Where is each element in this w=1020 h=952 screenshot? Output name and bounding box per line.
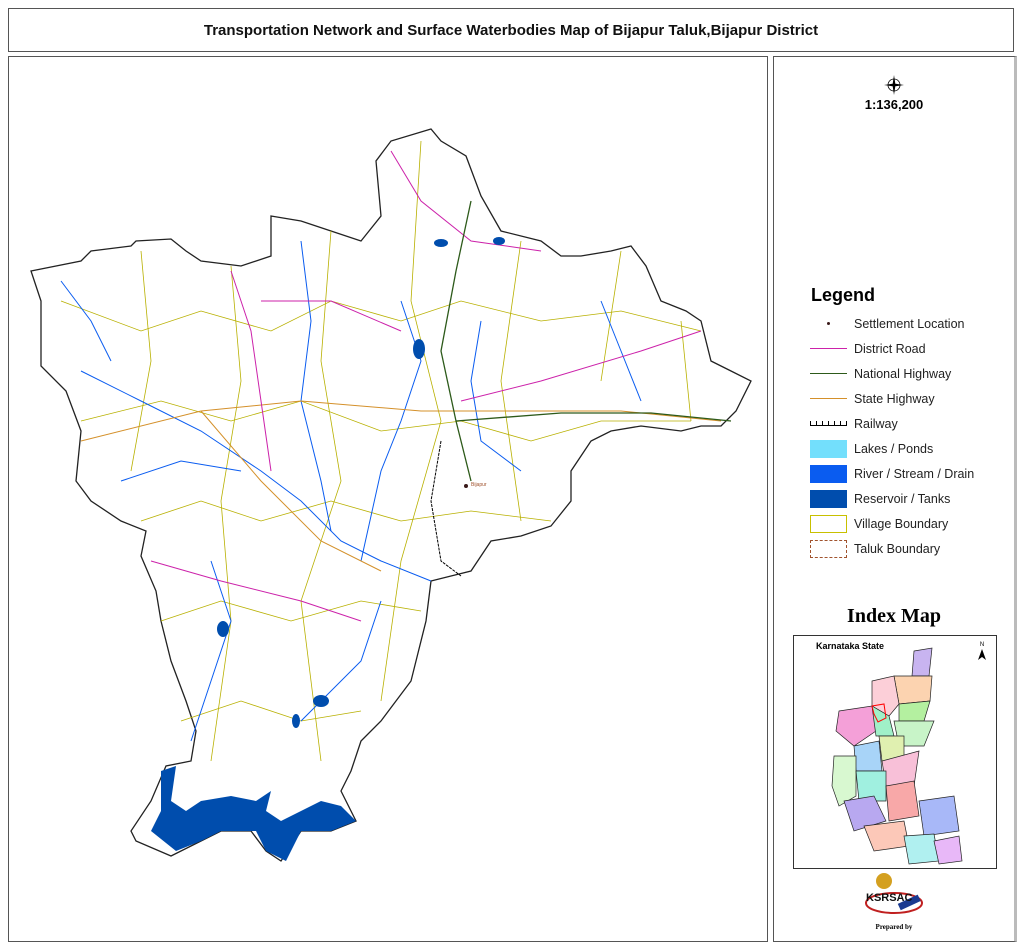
legend-symbol-fill <box>810 465 847 483</box>
legend-item: Village Boundary <box>810 515 948 533</box>
ksrsac-logo: KSRSAC <box>865 873 923 914</box>
svg-text:KSRSAC: KSRSAC <box>866 892 913 904</box>
legend-label: Railway <box>854 417 898 431</box>
legend-item: River / Stream / Drain <box>810 465 974 483</box>
legend-title: Legend <box>811 285 876 305</box>
legend-label: State Highway <box>854 392 935 406</box>
legend-item: Railway <box>810 415 898 433</box>
legend-item: Taluk Boundary <box>810 540 940 558</box>
legend-item: National Highway <box>810 365 951 383</box>
legend-item: Settlement Location <box>810 315 965 333</box>
legend-symbol-line <box>810 365 847 383</box>
side-panel: 1:136,200 Legend Settlement Location Dist… <box>773 56 1017 942</box>
legend-item: Lakes / Ponds <box>810 440 933 458</box>
karnataka-map: N <box>831 642 986 865</box>
legend-symbol-rail <box>810 415 847 433</box>
map-panel[interactable]: Bijapur <box>8 56 768 942</box>
legend-label: National Highway <box>854 367 952 381</box>
north-label: N <box>980 642 984 648</box>
north-arrow-icon <box>978 649 986 660</box>
legend-item: State Highway <box>810 390 935 408</box>
legend-symbol-dot <box>810 315 847 333</box>
legend-label: Settlement Location <box>854 317 965 331</box>
index-map-title: Index Map <box>847 605 941 627</box>
legend-label: Lakes / Ponds <box>854 442 934 456</box>
legend-label: Village Boundary <box>854 517 949 531</box>
legend-label: Taluk Boundary <box>854 542 941 556</box>
legend-symbol-dashbox <box>810 540 847 558</box>
settlement-bijapur <box>464 484 468 488</box>
title-bar: Transportation Network and Surface Water… <box>8 8 1014 52</box>
legend-label: District Road <box>854 342 926 356</box>
legend-symbol-line <box>810 340 847 358</box>
legend-symbol-fill <box>810 490 847 508</box>
taluk-boundary <box>30 128 752 862</box>
legend-item: Reservoir / Tanks <box>810 490 950 508</box>
scale-text: 1:136,200 <box>864 97 924 112</box>
legend-item: District Road <box>810 340 926 358</box>
map-title: Transportation Network and Surface Water… <box>203 21 819 39</box>
town-label: Bijapur <box>471 482 487 488</box>
index-map: Karnataka State N <box>793 635 997 869</box>
legend-label: River / Stream / Drain <box>854 467 975 481</box>
compass-rose-icon <box>884 75 904 95</box>
legend-symbol-box <box>810 515 847 533</box>
prepared-by: Prepared by <box>875 923 913 931</box>
legend-symbol-fill <box>810 440 847 458</box>
legend-label: Reservoir / Tanks <box>854 492 951 506</box>
taluk-map[interactable]: Bijapur <box>9 57 767 941</box>
legend-symbol-line <box>810 390 847 408</box>
